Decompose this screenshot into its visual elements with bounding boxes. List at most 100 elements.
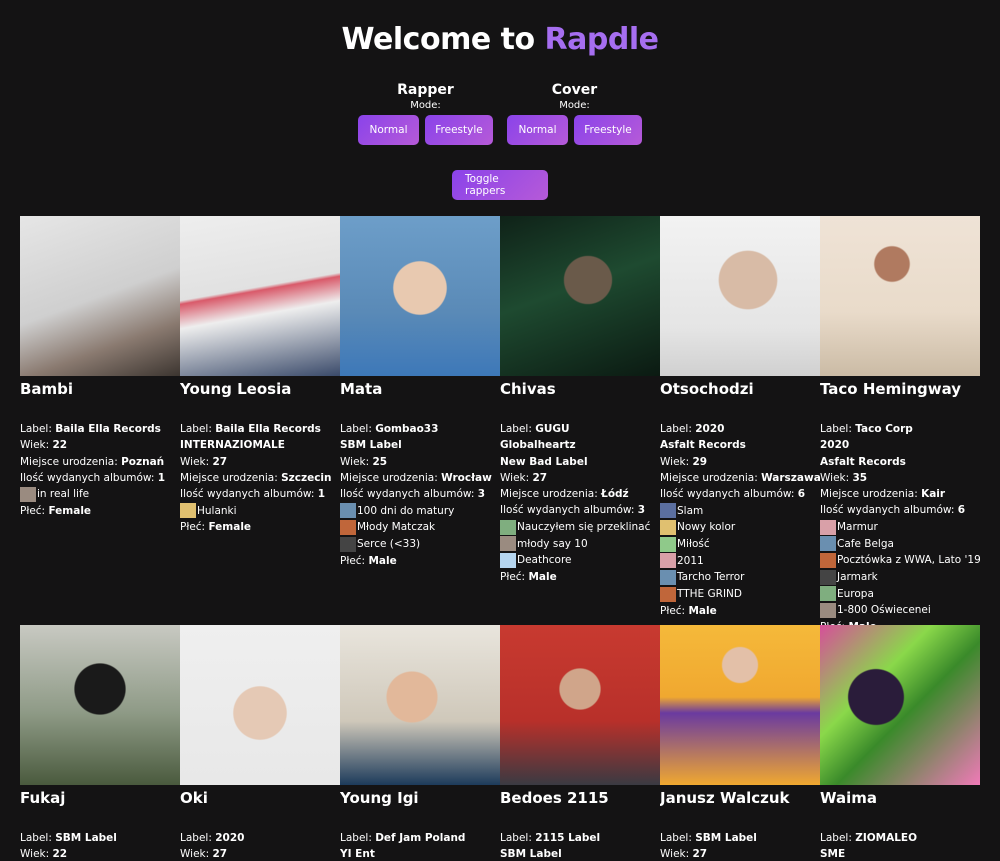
rapper-normal-button[interactable]: Normal [358,115,419,145]
album-item: Nauczyłem się przeklinać [500,519,660,536]
rapper-info: Label: 2020 Asfalt Records Wiek: 29 Miejsce… [660,421,820,619]
albums-label: Ilość wydanych albumów: [500,504,638,517]
rapper-card[interactable]: Bambi Label: Baila Ella Records Wiek: 22 Mi… [20,216,180,625]
album-cover-thumbnail [340,520,356,536]
label-row: Label: Baila Ella Records [180,421,340,437]
album-cover-thumbnail [820,586,836,602]
toggle-rappers-button[interactable]: Toggle rappers [452,170,548,200]
rapper-card[interactable]: Otsochodzi Label: 2020 Asfalt Records Wiek:… [660,216,820,625]
rapper-card[interactable]: Fukaj Label: SBM Label Wiek: 22 [20,625,180,861]
age-label: Wiek: [180,848,213,861]
label-extra: SBM Label [500,846,660,861]
albums-value: 6 [957,504,966,517]
albums-value: 1 [317,488,326,501]
album-title: Nauczyłem się przeklinać [517,520,651,533]
album-cover-thumbnail [820,603,836,619]
gender-row: Płeć: Male [500,569,660,585]
label-value: Baila Ella Records [55,423,161,435]
album-title: Marmur [837,520,878,533]
label-value: Asfalt Records [660,439,746,452]
album-title: Jarmark [837,571,878,584]
album-cover-thumbnail [340,536,356,552]
rapper-photo [180,625,340,785]
album-cover-thumbnail [660,586,676,602]
rapper-card[interactable]: Mata Label: Gombao33 SBM Label Wiek: 25 Miej… [340,216,500,625]
rapper-grid: Bambi Label: Baila Ella Records Wiek: 22 Mi… [20,216,980,861]
rapper-photo [180,216,340,376]
rapper-info: Label: Taco Corp 2020 Asfalt Records Wiek: … [820,421,980,625]
rapper-card[interactable]: Young Igi Label: Def Jam Poland YI Ent [340,625,500,861]
albums-row: Ilość wydanych albumów: 3 [340,486,500,502]
gender-label: Płeć: [660,604,689,617]
birthplace-label: Miejsce urodzenia: [180,471,282,484]
label-value: New Bad Label [500,455,588,468]
rapper-name: Bedoes 2115 [500,789,609,807]
label-extra: Globalheartz [500,437,660,453]
age-value: 25 [372,455,388,468]
album-title: Miłość [677,538,710,551]
rapper-freestyle-button[interactable]: Freestyle [425,115,493,145]
albums-label: Ilość wydanych albumów: [180,488,318,501]
label-label: Label: [500,423,536,435]
album-title: 1-800 Oświecenei [837,604,931,617]
label-value: Def Jam Poland [375,832,466,844]
label-value: 2020 [215,832,245,844]
label-value: Baila Ella Records [215,423,321,435]
album-title: Tarcho Terror [677,571,745,584]
album-cover-thumbnail [500,536,516,552]
birthplace-value: Kair [921,488,946,501]
age-value: 35 [852,471,868,484]
label-value: Globalheartz [500,439,576,452]
album-cover-thumbnail [660,536,676,552]
gender-row: Płeć: Male [340,553,500,569]
age-label: Wiek: [660,455,693,468]
album-item: Serce (<33) [340,536,500,553]
gender-row: Płeć: Female [180,519,340,535]
albums-row: Ilość wydanych albumów: 1 [180,486,340,502]
rapper-card[interactable]: WaimaLabel: ZIOMALEOSMEINTERNAZIOMALE [820,625,980,861]
age-label: Wiek: [20,439,53,452]
birthplace-label: Miejsce urodzenia: [820,488,922,501]
rapper-name: Bambi [20,380,74,398]
rapper-card[interactable]: Chivas Label: GUGU Globalheartz New Bad Lab… [500,216,660,625]
album-title: 100 dni do matury [357,504,455,517]
age-value: 29 [692,455,708,468]
rapper-card[interactable]: Oki Label: 2020 Wiek: 27 [180,625,340,861]
label-row: Label: Baila Ella Records [20,421,180,437]
rapper-card[interactable]: Janusz Walczuk Label: SBM Label Wiek: 27 [660,625,820,861]
birthplace-row: Miejsce urodzenia: Wrocław [340,470,500,486]
album-item: Slam [660,502,820,519]
rapper-photo [820,625,980,785]
album-item: młody say 10 [500,535,660,552]
gender-label: Płeć: [180,521,209,534]
cover-normal-button[interactable]: Normal [507,115,568,145]
album-cover-thumbnail [180,503,196,519]
label-row: Label: Def Jam Poland [340,830,500,846]
albums-label: Ilość wydanych albumów: [340,488,478,501]
rapper-card[interactable]: Bedoes 2115 Label: 2115 Label SBM Label [500,625,660,861]
label-extra: YI Ent [340,846,500,861]
rapper-card[interactable]: Young Leosia Label: Baila Ella Records INT… [180,216,340,625]
label-row: Label: ZIOMALEO [820,830,980,846]
title-text: Welcome to [341,22,545,57]
rapper-info: Label: ZIOMALEOSMEINTERNAZIOMALE [820,830,980,861]
label-row: Label: SBM Label [660,830,820,846]
birthplace-value: Warszawa [761,471,820,484]
rapper-card[interactable]: Taco Hemingway Label: Taco Corp 2020 Asfalt… [820,216,980,625]
album-cover-thumbnail [660,553,676,569]
cover-freestyle-button[interactable]: Freestyle [574,115,642,145]
albums-row: Ilość wydanych albumów: 3 [500,502,660,518]
age-row: Wiek: 27 [500,470,660,486]
albums-value: 6 [797,488,806,501]
album-cover-thumbnail [820,569,836,585]
rapper-info: Label: SBM Label Wiek: 22 [20,830,180,861]
age-label: Wiek: [820,471,853,484]
age-label: Wiek: [180,455,213,468]
rapper-photo [20,625,180,785]
album-item: Młody Matczak [340,519,500,536]
label-value: 2020 [820,439,850,452]
birthplace-value: Szczecin [281,471,332,484]
album-cover-thumbnail [660,570,676,586]
label-value: ZIOMALEO [855,832,918,844]
birthplace-value: Poznań [121,455,165,468]
